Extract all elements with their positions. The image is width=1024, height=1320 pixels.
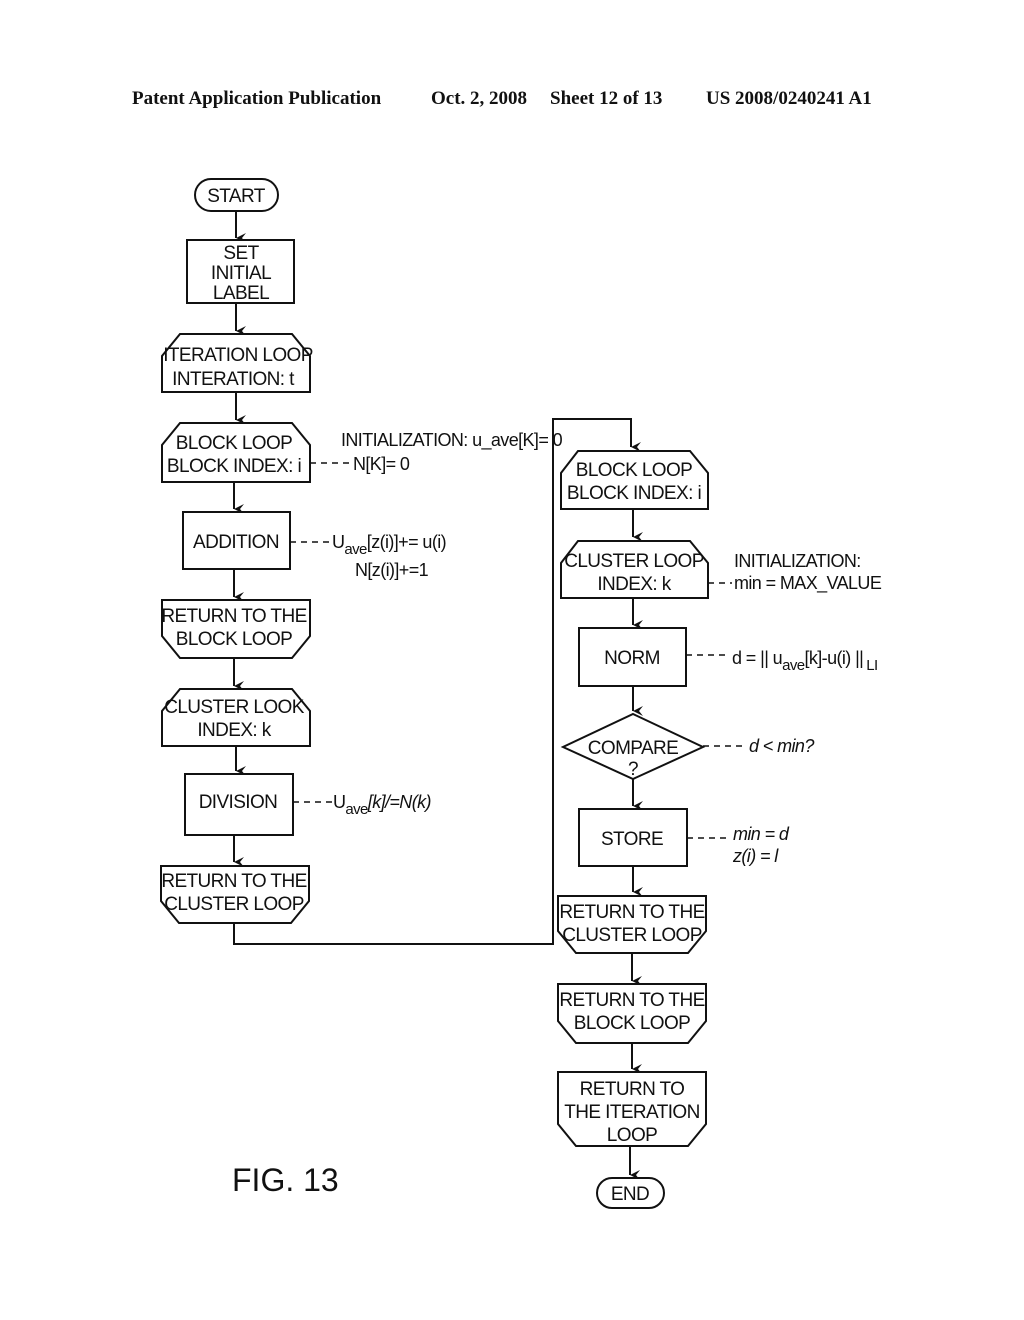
- norm-note-sub2: LI: [866, 657, 877, 674]
- set-initial-label-line1: SET: [223, 243, 259, 264]
- block-loop-right-line1: BLOCK LOOP: [576, 460, 693, 481]
- norm-process: NORM: [578, 627, 687, 687]
- store-note-line1: min = d: [733, 824, 790, 844]
- return-cluster-loop-right: RETURN TO THE CLUSTER LOOP: [557, 895, 707, 954]
- return-iteration-line1: RETURN TO: [580, 1079, 685, 1100]
- norm-note-sub: ave: [782, 657, 805, 674]
- return-cluster-loop-left: RETURN TO THE CLUSTER LOOP: [160, 865, 310, 924]
- return-cluster-left-line1: RETURN TO THE: [161, 871, 306, 892]
- set-initial-label-line2: INITIAL: [211, 263, 271, 284]
- cluster-loop-init-note-line1: INITIALIZATION:: [734, 551, 861, 571]
- set-initial-label-line3: LABEL: [213, 283, 269, 304]
- addition-note-main: U: [332, 532, 344, 552]
- flowchart: START SET INITIAL LABEL ITERATION LOOP I…: [160, 178, 882, 1209]
- return-block-loop-left: RETURN TO THE BLOCK LOOP: [161, 599, 311, 659]
- return-block-loop-right: RETURN TO THE BLOCK LOOP: [557, 983, 707, 1044]
- block-loop-right-line2: BLOCK INDEX: i: [567, 483, 701, 504]
- iteration-loop-line1: ITERATION LOOP: [163, 345, 313, 366]
- division-note-main: U: [333, 792, 345, 812]
- compare-note: d < min?: [749, 736, 814, 756]
- addition-note-sub: ave: [344, 541, 367, 558]
- norm-note-rest: [k]-u(i) ||: [804, 648, 863, 668]
- division-process: DIVISION: [184, 773, 294, 836]
- addition-note-rest: [z(i)]+= u(i): [367, 532, 446, 552]
- cluster-loop-init-note-line2: min = MAX_VALUE: [734, 573, 882, 594]
- cluster-loop-line1: CLUSTER LOOP: [564, 551, 704, 572]
- store-label: STORE: [601, 829, 663, 850]
- norm-label: NORM: [604, 648, 660, 669]
- return-iteration-line2: THE ITERATION: [564, 1102, 699, 1123]
- block-loop-start-left: BLOCK LOOP BLOCK INDEX: i: [161, 422, 311, 483]
- division-note-rest: [k]/=N(k): [367, 792, 431, 812]
- return-block-left-line2: BLOCK LOOP: [176, 629, 293, 650]
- iteration-loop-line2: INTERATION: t: [172, 369, 295, 390]
- addition-process: ADDITION: [182, 511, 291, 570]
- cluster-loop-line2: INDEX: k: [597, 574, 671, 595]
- addition-label: ADDITION: [193, 532, 279, 553]
- end-terminal: END: [596, 1177, 665, 1209]
- return-iteration-loop: RETURN TO THE ITERATION LOOP: [557, 1071, 707, 1147]
- compare-line1: COMPARE: [588, 738, 678, 759]
- end-label: END: [611, 1184, 649, 1205]
- addition-note-line2: N[z(i)]+=1: [355, 560, 429, 580]
- figure-label: FIG. 13: [232, 1162, 339, 1198]
- cluster-look-line1: CLUSTER LOOK: [164, 697, 304, 718]
- start-label: START: [207, 186, 266, 207]
- cluster-look-line2: INDEX: k: [197, 720, 271, 741]
- store-note-line2: z(i) = l: [732, 846, 779, 866]
- division-note-sub: ave: [345, 801, 368, 818]
- division-label: DIVISION: [199, 792, 278, 813]
- cluster-look-start: CLUSTER LOOK INDEX: k: [161, 688, 311, 747]
- return-block-right-line1: RETURN TO THE: [559, 990, 704, 1011]
- return-block-left-line1: RETURN TO THE: [161, 606, 306, 627]
- start-terminal: START: [194, 178, 279, 212]
- division-note: Uave[k]/=N(k): [333, 792, 431, 818]
- norm-note: d = || uave[k]-u(i) || LI: [732, 648, 878, 674]
- return-cluster-left-line2: CLUSTER LOOP: [164, 894, 304, 915]
- return-cluster-right-line1: RETURN TO THE: [559, 902, 704, 923]
- return-block-right-line2: BLOCK LOOP: [574, 1013, 691, 1034]
- return-cluster-right-line2: CLUSTER LOOP: [562, 925, 702, 946]
- iteration-loop-start: ITERATION LOOP INTERATION: t: [161, 333, 313, 393]
- block-loop-left-line1: BLOCK LOOP: [176, 433, 293, 454]
- block-loop-left-line2: BLOCK INDEX: i: [167, 456, 301, 477]
- set-initial-label-process: SET INITIAL LABEL: [186, 239, 295, 304]
- store-process: STORE: [578, 808, 688, 867]
- compare-line2: ?: [628, 759, 638, 780]
- cluster-loop-start: CLUSTER LOOP INDEX: k: [560, 540, 709, 599]
- norm-note-pre: d = || u: [732, 648, 782, 668]
- block-loop-init-note-line2: N[K]= 0: [353, 454, 410, 474]
- block-loop-init-note-line1: INITIALIZATION: u_ave[K]= 0: [341, 430, 563, 451]
- compare-decision: COMPARE ?: [560, 712, 706, 781]
- block-loop-start-right: BLOCK LOOP BLOCK INDEX: i: [560, 450, 709, 510]
- return-iteration-line3: LOOP: [607, 1125, 657, 1146]
- addition-note-line1: Uave[z(i)]+= u(i): [332, 532, 446, 558]
